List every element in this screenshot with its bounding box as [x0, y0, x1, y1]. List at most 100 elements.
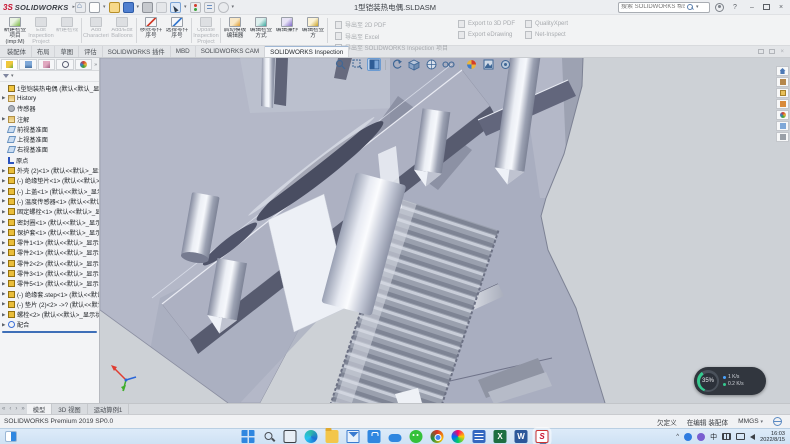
tab-motion-study[interactable]: 运动算例1 — [88, 404, 130, 414]
solidworks-resources-tab[interactable] — [776, 66, 789, 76]
export-2d-pdf[interactable]: 导出至 2D PDF — [335, 20, 448, 29]
tree-item-component[interactable]: ▶外壳 (2)<1> (默认<<默认>_显示状 — [0, 165, 99, 175]
tree-item-component[interactable]: ▶螺栓<2> (默认<<默认>_显示状态 — [0, 310, 99, 320]
remove-balloon-button[interactable]: 移除零件序号 — [138, 16, 164, 45]
touch-keyboard-icon[interactable] — [722, 433, 731, 440]
tab-mbd[interactable]: MBD — [171, 46, 196, 57]
tab-3d-views[interactable]: 3D 视图 — [52, 404, 87, 414]
new-caret-icon[interactable]: ▾ — [103, 4, 106, 10]
search-icon[interactable] — [687, 4, 694, 11]
tree-item-component[interactable]: ▶(-) 绝缘垫片<1> (默认<<默认>_显 — [0, 176, 99, 186]
search-caret-icon[interactable]: ▾ — [696, 4, 699, 10]
select-balloon-button[interactable]: 选择零件序号 — [164, 16, 190, 45]
tree-item-component[interactable]: ▶零件1<1> (默认<<默认>_显示状态 — [0, 237, 99, 247]
view-orientation-icon[interactable] — [407, 58, 421, 71]
taskbar-clock[interactable]: 16:03 2022/8/15 — [760, 431, 785, 443]
notes-app-icon[interactable] — [473, 430, 486, 443]
tab-displaymanager[interactable] — [75, 59, 92, 70]
tree-filter-row[interactable]: ▾ — [0, 71, 99, 82]
tree-item-component[interactable]: ▶零件2<1> (默认<<默认>_显示状态 — [0, 248, 99, 258]
undo-icon[interactable] — [156, 2, 167, 13]
graphics-viewport[interactable]: 35% 1 K/s 0.2 K/s — [100, 58, 790, 403]
edit-inspection-dir-button[interactable]: 编辑检查方 — [300, 16, 326, 45]
save-icon[interactable] — [123, 2, 134, 13]
user-account-icon[interactable] — [715, 3, 724, 12]
tree-item-component[interactable]: ▶(-) 上盖<1> (默认<<默认>_显示状 — [0, 186, 99, 196]
tree-item-annotations[interactable]: ▶注解 — [0, 114, 99, 124]
new-inspection-project-button[interactable]: 新建检查项目 (imp:M) — [2, 16, 28, 45]
tree-item-component[interactable]: ▶(-) 绝缘套.step<1> (默认<<默认> — [0, 289, 99, 299]
tree-item-mates[interactable]: ▶配合 — [0, 320, 99, 330]
browser-icon[interactable] — [452, 430, 465, 443]
export-3d-pdf[interactable]: Export to 3D PDF — [458, 20, 515, 28]
custom-properties-tab[interactable] — [776, 121, 789, 131]
tree-item-origin[interactable]: 原点 — [0, 155, 99, 165]
tray-chevron-icon[interactable]: ^ — [676, 434, 679, 440]
help-search-box[interactable]: ▾ — [618, 2, 710, 13]
update-inspection-project-button[interactable]: Update Inspection Project — [193, 16, 219, 45]
tree-item-component[interactable]: ▶零件5<1> (默认<<默认>_显示状态 — [0, 279, 99, 289]
tray-app-icon[interactable] — [684, 433, 692, 441]
tree-item-component[interactable]: ▶零件2<2> (默认<<默认>_显示状态 — [0, 258, 99, 268]
microsoft-store-icon[interactable] — [368, 430, 381, 443]
globe-icon[interactable] — [773, 417, 782, 426]
wechat-icon[interactable] — [410, 430, 423, 443]
nav-first-icon[interactable]: « — [0, 406, 7, 412]
edge-browser-icon[interactable] — [305, 430, 318, 443]
tab-sketch[interactable]: 草图 — [55, 46, 79, 57]
zoom-fit-icon[interactable] — [333, 58, 347, 71]
start-button[interactable] — [242, 430, 255, 443]
edit-inspection-method-button[interactable]: 编辑检查方式 — [248, 16, 274, 45]
design-library-tab[interactable] — [776, 77, 789, 87]
word-icon[interactable]: W — [515, 430, 528, 443]
tree-item-component[interactable]: ▶(-) 温度传感器<1> (默认<<默认>_ — [0, 196, 99, 206]
apply-scene-icon[interactable] — [481, 58, 495, 71]
doc-close-icon[interactable]: × — [780, 49, 784, 55]
tree-item-component[interactable]: ▶保护套<1> (默认<<默认>_显示状 — [0, 227, 99, 237]
options-gear-icon[interactable] — [218, 2, 229, 13]
doc-restore-icon[interactable] — [769, 49, 775, 54]
export-inspection-project[interactable]: 导出至 SOLIDWORKS Inspection 项目 — [335, 43, 448, 52]
minimize-button[interactable]: – — [746, 4, 758, 11]
zoom-area-icon[interactable] — [350, 58, 364, 71]
edit-operation-button[interactable]: 编辑操作 — [274, 16, 300, 45]
notification-icon[interactable] — [736, 433, 745, 440]
new-document-icon[interactable] — [89, 2, 100, 13]
appearances-tab[interactable] — [776, 110, 789, 120]
nav-last-icon[interactable]: » — [19, 406, 26, 412]
tree-item-component[interactable]: ▶(-) 垫片 (2)<2> ->? (默认<<默认> — [0, 299, 99, 309]
tab-configurationmanager[interactable] — [38, 59, 55, 70]
tree-item-component[interactable]: ▶固定螺栓<1> (默认<<默认>_显示 — [0, 207, 99, 217]
rollback-bar[interactable] — [2, 331, 97, 333]
open-icon[interactable] — [109, 2, 120, 13]
export-edrawing[interactable]: Export eDrawing — [458, 31, 515, 39]
tree-item-top-plane[interactable]: 上视基准面 — [0, 134, 99, 144]
file-explorer-icon[interactable] — [326, 430, 339, 443]
tab-featuremanager-tree[interactable] — [1, 59, 18, 70]
save-caret-icon[interactable]: ▾ — [137, 4, 140, 10]
speaker-icon[interactable] — [750, 434, 755, 440]
add-characteristic-button[interactable]: Add Characteristic — [83, 16, 109, 45]
file-properties-icon[interactable] — [204, 2, 215, 13]
excel-icon[interactable]: X — [494, 430, 507, 443]
options-caret-icon[interactable]: ▾ — [232, 4, 235, 10]
qualityxpert-button[interactable]: QualityXpert — [525, 20, 568, 28]
tab-propertymanager[interactable] — [19, 59, 36, 70]
units-selector[interactable]: MMGS ▾ — [738, 418, 763, 425]
tab-addins[interactable]: SOLIDWORKS 插件 — [103, 46, 171, 57]
panel-tab-overflow-icon[interactable]: » — [93, 62, 98, 68]
tree-item-right-plane[interactable]: 右视基准面 — [0, 145, 99, 155]
tab-solidworks-cam[interactable]: SOLIDWORKS CAM — [196, 46, 265, 57]
tree-item-sensors[interactable]: 传感器 — [0, 104, 99, 114]
edit-appearance-icon[interactable] — [464, 58, 478, 71]
mail-icon[interactable] — [347, 430, 360, 443]
view-palette-tab[interactable] — [776, 99, 789, 109]
tree-item-history[interactable]: ▶History — [0, 93, 99, 103]
tree-item-front-plane[interactable]: 前视基准面 — [0, 124, 99, 134]
print-icon[interactable] — [142, 2, 153, 13]
task-view-icon[interactable] — [284, 430, 297, 443]
tree-item-component[interactable]: ▶零件3<1> (默认<<默认>_显示状态 — [0, 268, 99, 278]
solidworks-taskbar-icon[interactable]: S — [536, 430, 549, 443]
tree-root[interactable]: 1型铠装热电偶 (默认<默认_显示状态-1 — [0, 83, 99, 93]
tree-item-component[interactable]: ▶密封圈<1> (默认<<默认>_显示状 — [0, 217, 99, 227]
